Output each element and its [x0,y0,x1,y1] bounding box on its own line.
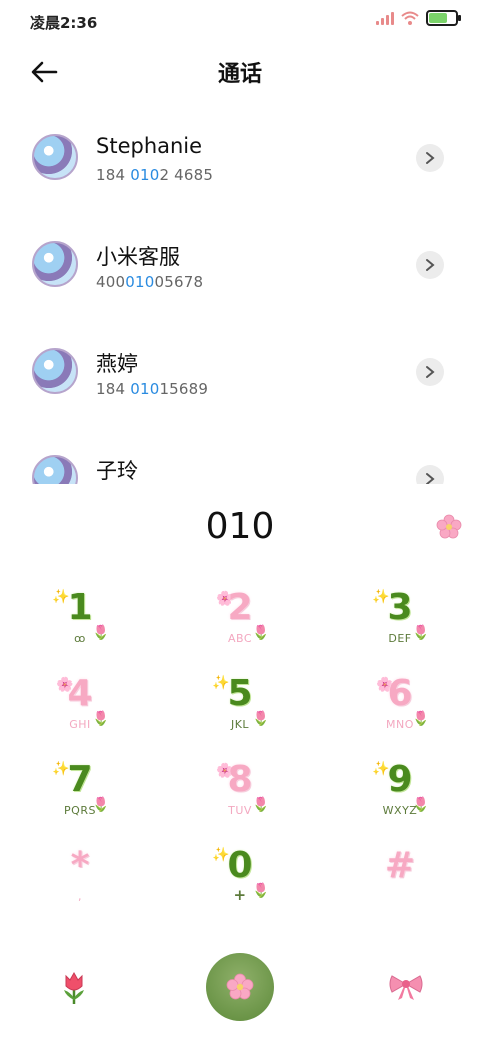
key-letters: , [78,890,82,903]
signal-icon [376,11,394,25]
contact-item[interactable]: 小米客服 40001005678 [0,211,480,318]
key-digit: 3 [387,587,413,628]
key-digit: 2 [227,587,253,628]
contact-name: 小米客服 [96,245,180,269]
key-letters: DEF [388,632,412,645]
contact-number: 40001005678 [96,273,204,291]
bow-icon[interactable] [388,972,424,1002]
key-letters: TUV [228,804,252,817]
key-2[interactable]: 🌸 2 🌷 ABC [180,580,300,660]
contact-list: Stephanie 184 0102 4685 小米客服 40001005678… [0,104,480,484]
wifi-icon [401,11,419,25]
key-digit: * [70,845,90,886]
contact-detail-button[interactable] [416,465,444,484]
dial-input: 010 [0,500,480,560]
voicemail-icon: ꝏ [74,632,86,645]
key-letters: PQRS [64,804,96,817]
key-0[interactable]: ✨ 0 🌷 + [180,838,300,918]
key-8[interactable]: 🌸 8 🌷 TUV [180,752,300,832]
flower-icon [226,973,254,1000]
chevron-right-icon [426,259,435,271]
avatar [32,348,78,394]
key-digit: 5 [227,673,253,714]
key-digit: 0 [227,845,253,886]
key-digit: 4 [67,673,93,714]
key-digit: 9 [387,759,413,800]
key-4[interactable]: 🌸 4 🌷 GHI [20,666,140,746]
contact-item[interactable]: Stephanie 184 0102 4685 [0,104,480,211]
key-digit: 6 [387,673,413,714]
tulip-icon[interactable] [58,970,90,1006]
contact-name: 子玲 [96,459,138,483]
key-digit: # [384,845,416,886]
contact-number: 184 01015689 [96,380,209,398]
key-letters: ABC [227,632,253,645]
avatar [32,241,78,287]
contact-detail-button[interactable] [416,358,444,386]
chevron-right-icon [426,152,435,164]
key-letters: + [233,886,247,904]
avatar [32,455,78,484]
call-button[interactable] [206,953,274,1021]
status-bar: 凌晨2:36 [0,0,480,44]
key-star[interactable]: * , [20,838,140,918]
key-digit: 8 [227,759,253,800]
contact-name: Stephanie [96,134,203,158]
key-digit: 1 [67,587,93,628]
key-letters: WXYZ [382,804,418,817]
flower-icon[interactable] [436,514,462,540]
contact-detail-button[interactable] [416,144,444,172]
key-7[interactable]: ✨ 7 🌷 PQRS [20,752,140,832]
avatar [32,134,78,180]
key-digit: 7 [67,759,93,800]
status-icons [376,10,461,26]
contact-number: 184 0102 4685 [96,166,214,184]
key-letters: MNO [386,718,414,731]
key-9[interactable]: ✨ 9 🌷 WXYZ [340,752,460,832]
key-letters: GHI [69,718,91,731]
contact-item[interactable]: 子玲 [0,425,480,484]
battery-icon [426,10,461,26]
contact-detail-button[interactable] [416,251,444,279]
key-6[interactable]: 🌸 6 🌷 MNO [340,666,460,746]
page-title: 通话 [217,62,262,87]
status-time: 凌晨2:36 [30,14,98,32]
header: 通话 [0,44,480,100]
chevron-right-icon [426,366,435,378]
dial-number: 010 [205,506,275,547]
key-3[interactable]: ✨ 3 🌷 DEF [340,580,460,660]
bottom-bar [0,950,480,1030]
key-5[interactable]: ✨ 5 🌷 JKL [180,666,300,746]
key-1[interactable]: ✨ 1 🌷 ꝏ [20,580,140,660]
contact-name: 燕婷 [96,352,138,376]
key-letters: JKL [230,718,250,731]
key-hash[interactable]: # [340,838,460,918]
chevron-right-icon [426,473,435,484]
contact-item[interactable]: 燕婷 184 01015689 [0,318,480,425]
